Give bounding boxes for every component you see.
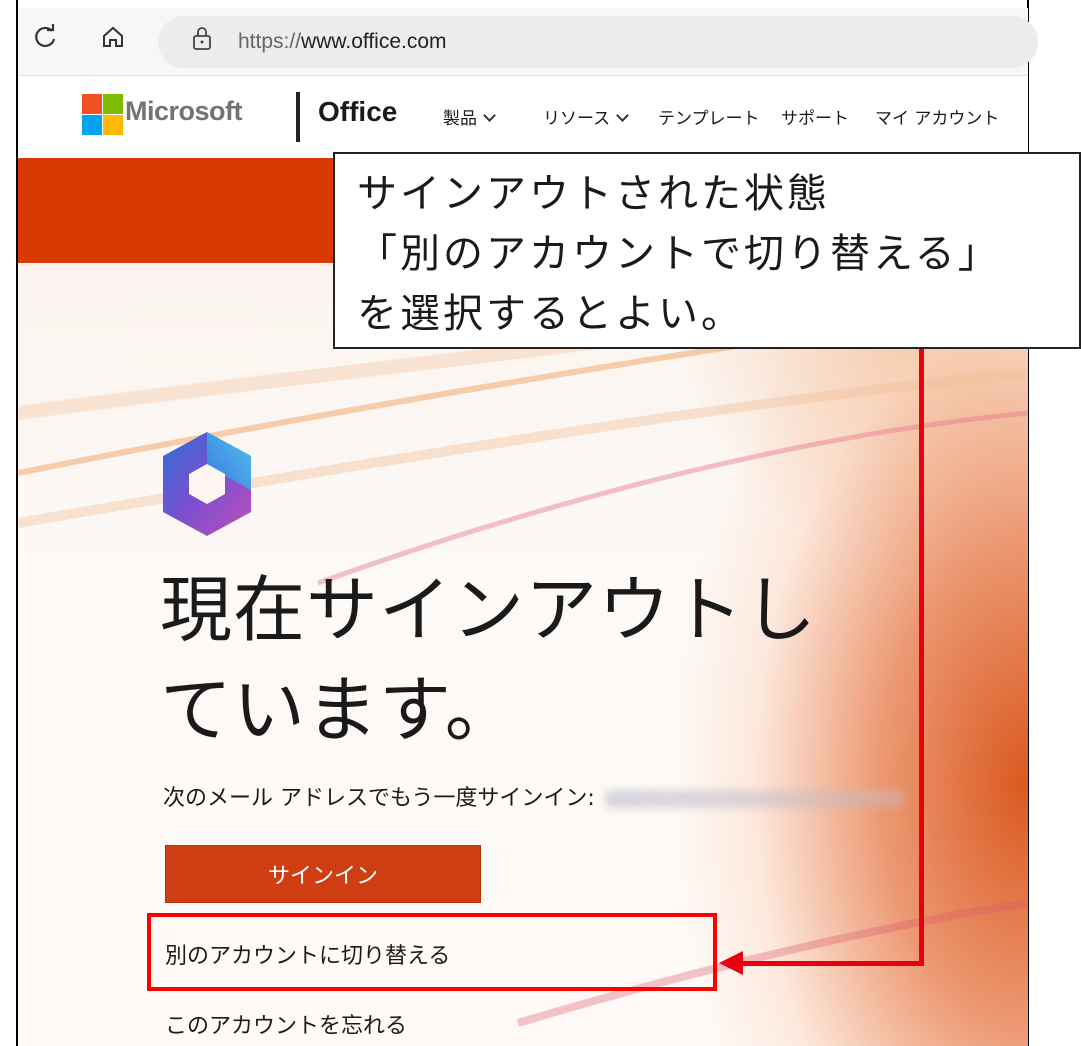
- nav-products-label: 製品: [443, 109, 477, 129]
- annotation-connector-vertical: [919, 349, 924, 964]
- forget-account-link[interactable]: このアカウントを忘れる: [165, 1008, 407, 1040]
- site-header: Microsoft Office 製品 リソース テンプレート サポート マイ …: [18, 76, 1028, 158]
- email-prompt: 次のメール アドレスでもう一度サインイン:: [163, 780, 905, 812]
- nav-products[interactable]: 製品: [443, 104, 496, 129]
- office-wordmark[interactable]: Office: [318, 96, 397, 128]
- screenshot-frame: https://www.office.com Microsoft Office …: [0, 0, 1081, 1046]
- home-icon[interactable]: [98, 22, 128, 52]
- chevron-down-icon: [483, 109, 496, 122]
- callout-line-1: サインアウトされた状態: [357, 171, 830, 217]
- page-title-line-2: ています。: [160, 668, 518, 752]
- microsoft-wordmark[interactable]: Microsoft: [125, 96, 243, 127]
- email-address-redacted: [604, 790, 905, 808]
- sign-in-button[interactable]: サインイン: [165, 845, 481, 903]
- annotation-highlight-box: [147, 913, 717, 991]
- lock-icon: [193, 27, 211, 50]
- url-text[interactable]: https://www.office.com: [238, 30, 447, 54]
- nav-templates[interactable]: テンプレート: [658, 104, 760, 129]
- nav-support[interactable]: サポート: [781, 104, 849, 129]
- microsoft-logo-icon[interactable]: [82, 94, 124, 136]
- url-scheme: https://: [238, 30, 302, 53]
- callout-line-3: を選択するとよい。: [357, 291, 744, 337]
- url-host: www.office.com: [301, 30, 447, 53]
- email-prompt-label: 次のメール アドレスでもう一度サインイン:: [163, 786, 595, 811]
- page-title: 現在サインアウトし ています。: [160, 560, 817, 760]
- chevron-down-icon: [616, 109, 630, 122]
- annotation-arrow-icon: [719, 951, 743, 975]
- browser-toolbar: https://www.office.com: [18, 8, 1038, 76]
- nav-resources-label: リソース: [543, 109, 611, 129]
- nav-my-account[interactable]: マイ アカウント: [875, 104, 999, 129]
- annotation-connector-horizontal: [738, 961, 924, 966]
- microsoft-365-logo-icon: [163, 432, 251, 536]
- header-divider: [296, 92, 300, 142]
- callout-line-2: 「別のアカウントで切り替える」: [357, 231, 1001, 277]
- page-title-line-1: 現在サインアウトし: [160, 568, 818, 652]
- annotation-callout: サインアウトされた状態 「別のアカウントで切り替える」 を選択するとよい。: [333, 152, 1081, 349]
- nav-resources[interactable]: リソース: [543, 104, 630, 129]
- refresh-icon[interactable]: [30, 22, 60, 52]
